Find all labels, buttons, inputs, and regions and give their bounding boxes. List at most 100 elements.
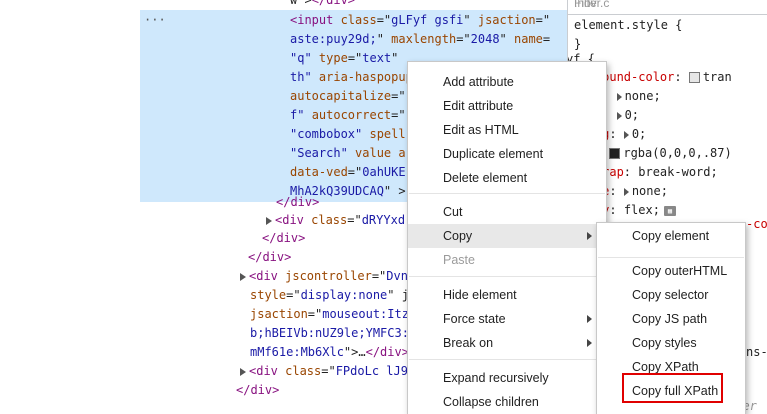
- code-token: =": [286, 288, 301, 302]
- code-token: ": [499, 32, 514, 46]
- menu-item-label: Copy element: [632, 229, 710, 243]
- code-token: jsaction: [477, 13, 536, 27]
- code-token: =": [456, 32, 471, 46]
- menu-item-label: Expand recursively: [443, 371, 549, 385]
- menu-item-duplicate-element[interactable]: Duplicate element: [408, 142, 606, 166]
- code-token: =": [376, 13, 392, 27]
- expand-triangle-icon[interactable]: [616, 111, 622, 120]
- expand-triangle-icon[interactable]: [240, 272, 246, 281]
- code-token: b;hBEIVb:nUZ9le;YMFC3:: [250, 326, 409, 340]
- menu-item-label: Break on: [443, 336, 494, 350]
- menu-item-expand-recursively[interactable]: Expand recursively: [408, 366, 606, 390]
- context-menu[interactable]: Add attribute Edit attribute Edit as HTML D…: [407, 61, 607, 414]
- menu-separator: [409, 193, 605, 194]
- dom-node-line[interactable]: ··· <input class="gLFyf gsfi" jsaction=": [140, 10, 567, 31]
- color-swatch-icon[interactable]: [688, 72, 700, 83]
- menu-item-label: Hide element: [443, 288, 517, 302]
- menu-item-break-on[interactable]: Break on: [408, 331, 606, 355]
- menu-item-collapse-children[interactable]: Collapse children: [408, 390, 606, 414]
- menu-item-label: Copy JS path: [632, 312, 708, 326]
- menu-separator: [409, 276, 605, 277]
- expand-triangle-icon[interactable]: [266, 216, 272, 225]
- menu-item-label: Copy styles: [632, 336, 697, 350]
- code-token: ">…: [343, 345, 366, 359]
- menu-item-label: Cut: [443, 205, 463, 219]
- code-token: =: [542, 32, 551, 46]
- code-token: f": [290, 108, 312, 122]
- code-token: </div>: [262, 231, 306, 245]
- code-token: </div>: [276, 195, 320, 209]
- code-token: name: [514, 32, 543, 46]
- expand-triangle-icon[interactable]: [616, 92, 622, 101]
- style-value: tran: [702, 70, 732, 84]
- expand-triangle-icon[interactable]: [240, 367, 246, 376]
- code-token: ": [376, 32, 392, 46]
- menu-item-delete-element[interactable]: Delete element: [408, 166, 606, 190]
- code-token: mouseout:Itz: [322, 307, 409, 321]
- code-token: " j: [387, 288, 409, 302]
- code-token: w">: [290, 0, 312, 7]
- code-token: =": [391, 89, 406, 103]
- menu-item-hide-element[interactable]: Hide element: [408, 283, 606, 307]
- submenu-item-copy-outerhtml[interactable]: Copy outerHTML: [597, 259, 745, 283]
- code-token: =": [391, 108, 406, 122]
- menu-separator: [409, 359, 605, 360]
- code-token: </div>: [311, 0, 356, 7]
- code-token: mMf61e:Mb6Xlc: [250, 345, 344, 359]
- style-value: flex;: [623, 203, 660, 217]
- dom-node-line[interactable]: aste:puy29d;" maxlength="2048" name=: [140, 29, 567, 50]
- color-swatch-icon[interactable]: [609, 148, 621, 159]
- code-token: aria-haspopup: [318, 70, 413, 84]
- code-token: <div: [249, 269, 286, 283]
- code-token: </div>: [236, 383, 280, 397]
- hov-toggle[interactable]: :hov .c: [574, 0, 609, 10]
- menu-item-label: Delete element: [443, 171, 528, 185]
- flexbox-editor-icon[interactable]: ▦: [663, 205, 676, 216]
- expand-triangle-icon[interactable]: [623, 130, 629, 139]
- code-token: =": [347, 165, 363, 179]
- menu-item-paste: Paste: [408, 248, 606, 272]
- code-token: ": [391, 51, 406, 65]
- style-value: rgba(0,0,0,.87): [623, 146, 732, 160]
- submenu-item-copy-element[interactable]: Copy element: [597, 224, 745, 248]
- code-token: =": [347, 51, 363, 65]
- menu-item-label: Collapse children: [443, 395, 539, 409]
- code-token: style: [250, 288, 287, 302]
- menu-item-add-attribute[interactable]: Add attribute: [408, 70, 606, 94]
- code-token: dRYYxd: [361, 213, 406, 227]
- submenu-item-copy-selector[interactable]: Copy selector: [597, 283, 745, 307]
- code-token: =": [347, 213, 362, 227]
- menu-item-force-state[interactable]: Force state: [408, 307, 606, 331]
- submenu-item-copy-js-path[interactable]: Copy JS path: [597, 307, 745, 331]
- code-token: 2048: [470, 32, 500, 46]
- code-token: =": [321, 364, 336, 378]
- submenu-arrow-icon: [587, 232, 592, 240]
- menu-item-label: Copy: [443, 229, 473, 243]
- code-token: </div>: [248, 250, 292, 264]
- node-actions-icon[interactable]: ···: [144, 10, 166, 31]
- code-token: =": [307, 307, 323, 321]
- code-token: </div>: [365, 345, 409, 359]
- code-token: spell: [369, 127, 406, 141]
- code-token: =": [371, 269, 387, 283]
- menu-item-edit-as-html[interactable]: Edit as HTML: [408, 118, 606, 142]
- submenu-item-copy-styles[interactable]: Copy styles: [597, 331, 745, 355]
- code-token: class: [285, 364, 322, 378]
- menu-item-label: Edit as HTML: [443, 123, 519, 137]
- menu-item-copy[interactable]: Copy: [408, 224, 606, 248]
- code-token: FPdoLc lJ9: [335, 364, 408, 378]
- menu-item-label: Copy outerHTML: [632, 264, 728, 278]
- styles-filter-bar[interactable]: Filter :hov .c: [568, 0, 767, 15]
- code-token: text: [362, 51, 392, 65]
- style-fragment: -co: [746, 217, 767, 231]
- menu-item-edit-attribute[interactable]: Edit attribute: [408, 94, 606, 118]
- code-token: <div: [275, 213, 312, 227]
- code-token: th": [290, 70, 319, 84]
- expand-triangle-icon[interactable]: [623, 187, 629, 196]
- menu-item-label: Edit attribute: [443, 99, 514, 113]
- code-token: =": [535, 13, 551, 27]
- code-token: "combobox": [290, 127, 370, 141]
- code-token: autocapitalize: [290, 89, 392, 103]
- style-value: break-word;: [638, 165, 718, 179]
- menu-item-cut[interactable]: Cut: [408, 200, 606, 224]
